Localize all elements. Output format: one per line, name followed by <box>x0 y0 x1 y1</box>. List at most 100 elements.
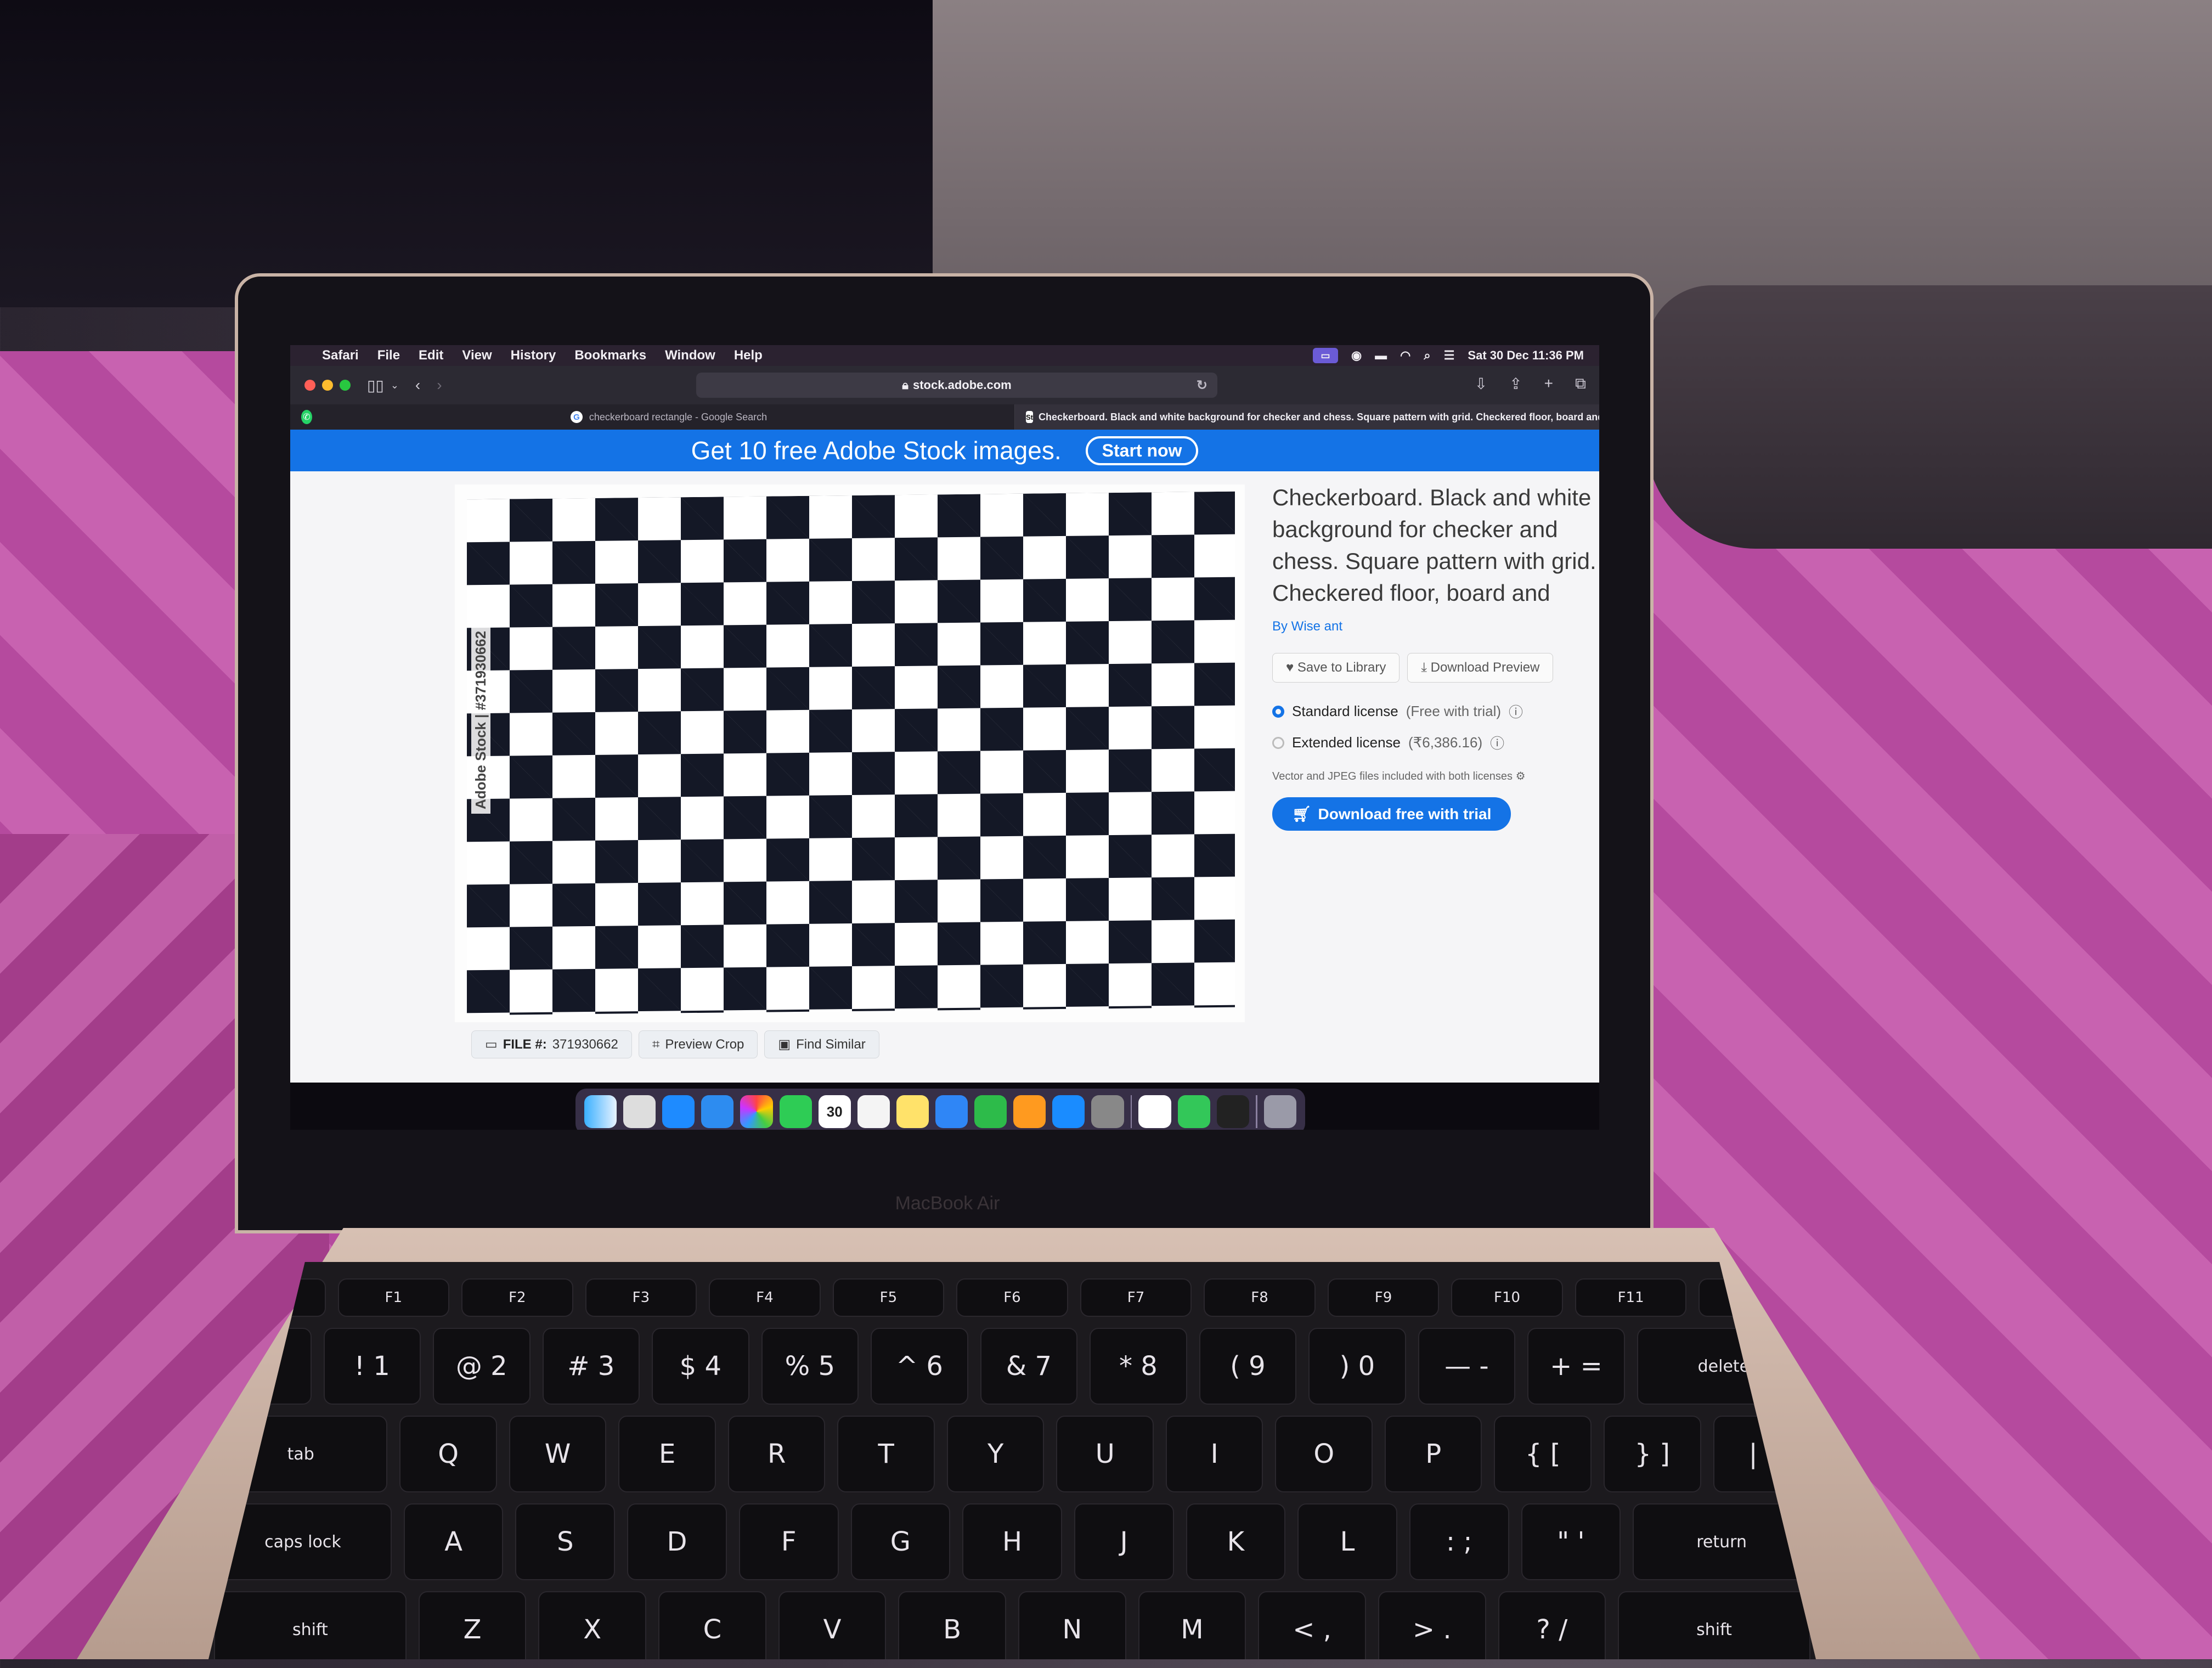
menu-clock[interactable]: Sat 30 Dec 11:36 PM <box>1468 348 1584 363</box>
key-s[interactable]: S <box>515 1503 616 1580</box>
preview-crop-button[interactable]: ⌗ Preview Crop <box>638 1030 758 1058</box>
chevron-down-icon[interactable]: ⌄ <box>391 380 399 391</box>
start-now-button[interactable]: Start now <box>1085 436 1199 465</box>
vscode-icon[interactable] <box>1138 1095 1171 1128</box>
key-5[interactable]: % 5 <box>761 1328 859 1405</box>
key-m[interactable]: M <box>1138 1591 1246 1659</box>
menu-file[interactable]: File <box>377 348 400 363</box>
key-quote[interactable]: " ' <box>1521 1503 1621 1580</box>
author-link[interactable]: By Wise ant <box>1272 619 1599 634</box>
key-semicolon[interactable]: : ; <box>1409 1503 1509 1580</box>
extended-license-option[interactable]: Extended license (₹6,386.16) ⓘ <box>1272 732 1599 753</box>
tab-google-search[interactable]: G checkerboard rectangle - Google Search <box>323 404 1014 430</box>
app-store-icon[interactable] <box>1052 1095 1085 1128</box>
download-free-trial-button[interactable]: 🛒︎ Download free with trial <box>1272 797 1511 831</box>
menu-history[interactable]: History <box>511 348 556 363</box>
key-period[interactable]: > . <box>1378 1591 1486 1659</box>
launchpad-icon[interactable] <box>623 1095 656 1128</box>
key-minus[interactable]: — - <box>1418 1328 1516 1405</box>
minimize-window-button[interactable] <box>322 380 333 391</box>
key-9[interactable]: ( 9 <box>1199 1328 1297 1405</box>
tab-pinned-whatsapp[interactable]: ✆ <box>290 404 323 430</box>
facetime-icon[interactable] <box>779 1095 812 1128</box>
key-f1[interactable]: F1 <box>337 1278 450 1317</box>
reminders-icon[interactable] <box>857 1095 890 1128</box>
extended-license-radio[interactable] <box>1272 736 1284 749</box>
system-settings-icon[interactable] <box>1091 1095 1124 1128</box>
new-tab-icon[interactable]: + <box>1544 375 1553 393</box>
back-icon[interactable]: ‹ <box>415 376 420 394</box>
share-icon[interactable]: ⇪ <box>1509 375 1522 393</box>
key-q[interactable]: Q <box>399 1416 497 1492</box>
menu-view[interactable]: View <box>462 348 492 363</box>
key-f3[interactable]: F3 <box>585 1278 697 1317</box>
key-c[interactable]: C <box>658 1591 766 1659</box>
menu-safari[interactable]: Safari <box>322 348 359 363</box>
downloads-icon[interactable]: ⇩ <box>1475 375 1487 393</box>
tab-overview-icon[interactable]: ⧉ <box>1575 375 1586 393</box>
address-bar[interactable]: 🔒︎ stock.adobe.com ↻ <box>696 373 1217 398</box>
now-playing-icon[interactable]: ◉ <box>1351 348 1362 363</box>
key-r[interactable]: R <box>727 1416 826 1492</box>
key-o[interactable]: O <box>1275 1416 1373 1492</box>
screen-mirroring-icon[interactable]: ▭ <box>1312 348 1338 363</box>
key-k[interactable]: K <box>1186 1503 1286 1580</box>
key-p[interactable]: P <box>1384 1416 1482 1492</box>
key-f6[interactable]: F6 <box>956 1278 1068 1317</box>
key-j[interactable]: J <box>1074 1503 1174 1580</box>
sidebar-toggle-icon[interactable]: ▯▯ <box>367 376 384 395</box>
info-icon[interactable]: ⓘ <box>1509 701 1523 722</box>
control-center-icon[interactable]: ☰ <box>1444 348 1455 363</box>
wifi-icon[interactable]: ◠ <box>1400 348 1410 363</box>
key-4[interactable]: $ 4 <box>652 1328 749 1405</box>
save-to-library-button[interactable]: ♥ Save to Library <box>1272 653 1400 683</box>
menu-help[interactable]: Help <box>734 348 763 363</box>
key-f[interactable]: F <box>738 1503 839 1580</box>
standard-license-radio[interactable] <box>1272 705 1284 718</box>
key-f2[interactable]: F2 <box>461 1278 573 1317</box>
tab-adobe-stock[interactable]: St Checkerboard. Black and white backgro… <box>1014 404 1599 430</box>
key-f8[interactable]: F8 <box>1204 1278 1316 1317</box>
calendar-icon[interactable]: 30 <box>818 1095 851 1128</box>
messages-icon[interactable] <box>1177 1095 1210 1128</box>
key-left-shift[interactable]: shift <box>214 1591 407 1659</box>
key-u[interactable]: U <box>1056 1416 1154 1492</box>
key-right-shift[interactable]: shift <box>1618 1591 1810 1659</box>
key-slash[interactable]: ? / <box>1498 1591 1606 1659</box>
key-t[interactable]: T <box>837 1416 935 1492</box>
key-f4[interactable]: F4 <box>709 1278 821 1317</box>
key-g[interactable]: G <box>850 1503 951 1580</box>
key-x[interactable]: X <box>538 1591 647 1659</box>
terminal-icon[interactable] <box>1216 1095 1249 1128</box>
key-left-bracket[interactable]: { [ <box>1494 1416 1592 1492</box>
key-i[interactable]: I <box>1165 1416 1263 1492</box>
menu-edit[interactable]: Edit <box>419 348 443 363</box>
key-l[interactable]: L <box>1297 1503 1397 1580</box>
numbers-icon[interactable] <box>974 1095 1007 1128</box>
notes-icon[interactable] <box>896 1095 929 1128</box>
key-6[interactable]: ^ 6 <box>871 1328 968 1405</box>
mail-icon[interactable] <box>701 1095 734 1128</box>
key-2[interactable]: @ 2 <box>433 1328 531 1405</box>
key-f5[interactable]: F5 <box>832 1278 945 1317</box>
key-z[interactable]: Z <box>418 1591 527 1659</box>
find-similar-button[interactable]: ▣ Find Similar <box>764 1030 879 1058</box>
key-h[interactable]: H <box>962 1503 1062 1580</box>
download-preview-button[interactable]: ⤓ Download Preview <box>1407 653 1554 683</box>
zoom-window-button[interactable] <box>340 380 351 391</box>
info-icon[interactable]: ⓘ <box>1490 732 1504 753</box>
forward-icon[interactable]: › <box>437 376 442 394</box>
key-3[interactable]: # 3 <box>542 1328 640 1405</box>
trash-icon[interactable] <box>1263 1095 1296 1128</box>
key-1[interactable]: ! 1 <box>323 1328 421 1405</box>
key-w[interactable]: W <box>509 1416 607 1492</box>
key-e[interactable]: E <box>618 1416 716 1492</box>
key-d[interactable]: D <box>627 1503 727 1580</box>
asset-preview[interactable]: Adobe Stock | #371930662 <box>455 484 1245 1022</box>
menu-window[interactable]: Window <box>665 348 715 363</box>
key-y[interactable]: Y <box>946 1416 1045 1492</box>
reload-icon[interactable]: ↻ <box>1197 377 1207 393</box>
finder-icon[interactable] <box>584 1095 617 1128</box>
pages-icon[interactable] <box>1013 1095 1046 1128</box>
key-comma[interactable]: < , <box>1258 1591 1366 1659</box>
